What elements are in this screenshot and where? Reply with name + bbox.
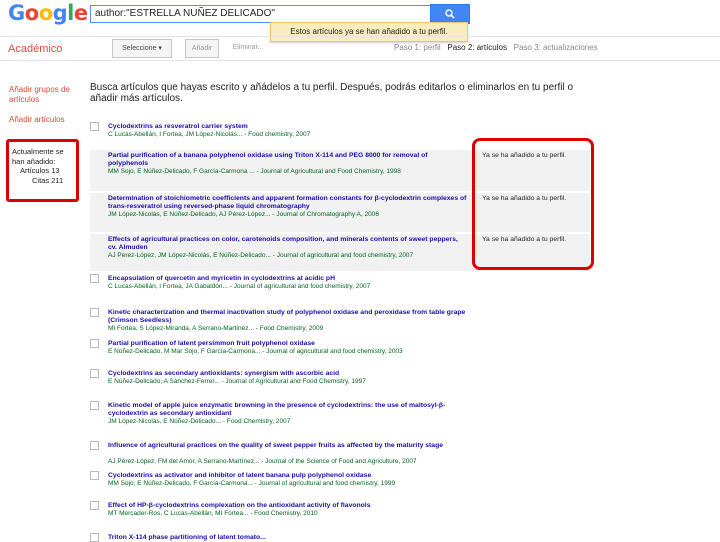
article-title[interactable]: Partial purification of a banana polyphe… xyxy=(108,152,468,168)
article-row: Cyclodextrins as secondary antioxidants:… xyxy=(90,368,590,398)
article-checkbox[interactable] xyxy=(90,308,99,317)
article-row: Encapsulation of quercetin and myricetin… xyxy=(90,273,590,305)
article-meta: AJ Pérez-López, FM del Amor, A Serrano-M… xyxy=(108,458,417,465)
article-row: Kinetic characterization and thermal ina… xyxy=(90,307,590,336)
article-title[interactable]: Triton X-114 phase partitioning of laten… xyxy=(108,534,468,542)
search-input[interactable]: author:"ESTRELLA NUÑEZ DELICADO" xyxy=(90,5,438,23)
article-meta: JM López-Nicolás, E Núñez-Delicado, AJ P… xyxy=(108,211,379,218)
article-checkbox[interactable] xyxy=(90,441,99,450)
article-row: Partial purification of latent persimmon… xyxy=(90,338,590,366)
article-title[interactable]: Kinetic characterization and thermal ina… xyxy=(108,309,468,325)
article-checkbox[interactable] xyxy=(90,471,99,480)
article-checkbox[interactable] xyxy=(90,122,99,131)
article-meta: AJ Pérez-López, JM López-Nicolás, E Núñe… xyxy=(108,252,414,259)
article-row: Cyclodextrins as activator and inhibitor… xyxy=(90,470,590,498)
article-row: Effect of HP-β-cyclodextrins complexatio… xyxy=(90,500,590,530)
article-title[interactable]: Cyclodextrins as secondary antioxidants:… xyxy=(108,370,468,378)
step-3[interactable]: Paso 3: actualizaciones xyxy=(514,43,598,52)
logo-letter: G xyxy=(8,1,25,25)
remove-link[interactable]: Eliminar... xyxy=(228,39,268,56)
added-label: Actualmente se han añadido: xyxy=(12,147,64,166)
add-groups-link[interactable]: Añadir grupos de artículos xyxy=(9,85,71,105)
logo-letter: o xyxy=(24,1,39,25)
logo-letter: g xyxy=(52,1,68,25)
steps-breadcrumb: Paso 1: perfil Paso 2: artículos Paso 3:… xyxy=(394,43,598,52)
article-meta: MT Mercader-Ros, C Lucas-Abellán, MI For… xyxy=(108,510,318,517)
article-meta: E Núñez-Delicado, A Sánchez-Ferrer... - … xyxy=(108,378,366,385)
article-row: Influence of agricultural practices on t… xyxy=(90,440,590,468)
article-title[interactable]: Cyclodextrins as resveratrol carrier sys… xyxy=(108,123,468,131)
added-highlight-box xyxy=(472,138,594,270)
divider xyxy=(0,60,720,61)
article-checkbox[interactable] xyxy=(90,533,99,542)
article-title[interactable]: Influence of agricultural practices on t… xyxy=(108,442,468,450)
logo-letter: o xyxy=(38,1,53,25)
search-button[interactable] xyxy=(430,4,470,24)
add-button[interactable]: Añadir xyxy=(185,39,219,58)
article-meta: C Lucas-Abellán, I Fortea, JM López-Nico… xyxy=(108,131,311,138)
magnifier-icon xyxy=(445,9,455,19)
article-checkbox[interactable] xyxy=(90,339,99,348)
article-checkbox[interactable] xyxy=(90,274,99,283)
article-title[interactable]: Effects of agricultural practices on col… xyxy=(108,236,468,252)
article-meta: MM Sojo, E Núñez-Delicado, F García-Carm… xyxy=(108,168,401,175)
select-dropdown[interactable]: Seleccione ▾ xyxy=(112,39,172,58)
article-title[interactable]: Partial purification of latent persimmon… xyxy=(108,340,468,348)
articles-count: Artículos 13 xyxy=(20,166,60,175)
intro-text: Busca artículos que hayas escrito y añád… xyxy=(90,82,574,104)
add-articles-link[interactable]: Añadir artículos xyxy=(9,115,65,125)
article-title[interactable]: Determination of stoichiometric coeffici… xyxy=(108,195,468,211)
section-title: Académico xyxy=(8,43,63,55)
step-1[interactable]: Paso 1: perfil xyxy=(394,43,441,52)
article-row: Triton X-114 phase partitioning of laten… xyxy=(90,532,590,542)
article-checkbox[interactable] xyxy=(90,401,99,410)
article-checkbox[interactable] xyxy=(90,369,99,378)
article-meta: MM Sojo, E Núñez-Delicado, F García-Carm… xyxy=(108,480,396,487)
google-logo[interactable]: Google xyxy=(8,1,88,25)
top-bar: Google author:"ESTRELLA NUÑEZ DELICADO" … xyxy=(0,0,720,42)
article-checkbox[interactable] xyxy=(90,501,99,510)
article-title[interactable]: Cyclodextrins as activator and inhibitor… xyxy=(108,472,468,480)
article-row: Kinetic model of apple juice enzymatic b… xyxy=(90,400,590,438)
added-notice: Estos artículos ya se han añadido a tu p… xyxy=(270,22,468,42)
article-meta: C Lucas-Abellán, I Fortea, JA Gabaldón..… xyxy=(108,283,371,290)
added-count-box: Actualmente se han añadido: Artículos 13… xyxy=(6,139,79,202)
article-title[interactable]: Effect of HP-β-cyclodextrins complexatio… xyxy=(108,502,468,510)
article-meta: MI Fortea, S López-Miranda, A Serrano-Ma… xyxy=(108,325,324,332)
step-2: Paso 2: artículos xyxy=(447,43,507,52)
citations-count: Citas 211 xyxy=(32,175,64,185)
article-meta: JM López-Nicolás, E Núñez-Delicado... - … xyxy=(108,418,291,425)
logo-letter: l xyxy=(67,1,74,25)
article-title[interactable]: Encapsulation of quercetin and myricetin… xyxy=(108,275,468,283)
article-meta: E Núñez-Delicado, M Mar Sojo, F García-C… xyxy=(108,348,403,355)
logo-letter: e xyxy=(73,1,88,25)
divider xyxy=(0,36,720,37)
article-title[interactable]: Kinetic model of apple juice enzymatic b… xyxy=(108,402,468,418)
